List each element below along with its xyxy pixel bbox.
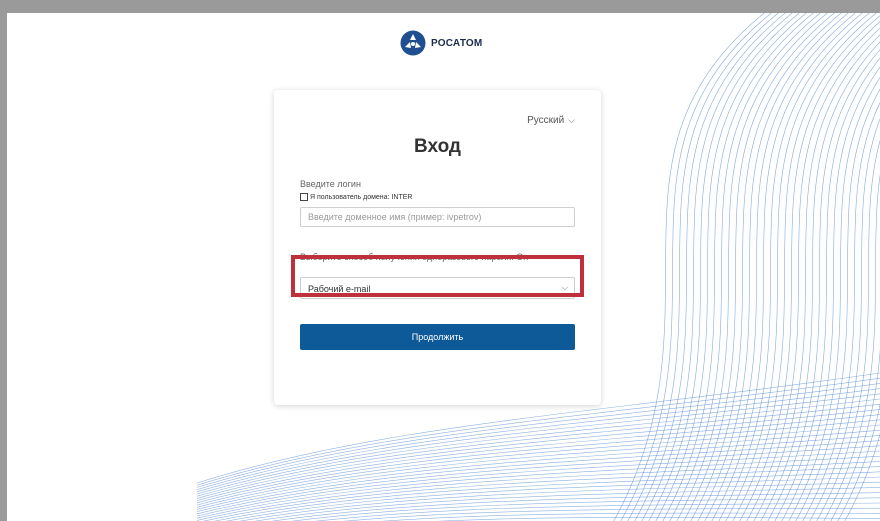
continue-button-label: Продолжить bbox=[411, 332, 464, 342]
brand-name: РОСАТОМ bbox=[431, 37, 483, 49]
login-input[interactable]: Введите доменное имя (пример: ivpetrov) bbox=[300, 207, 575, 227]
rosatom-atom-icon bbox=[400, 30, 426, 56]
domain-checkbox-label: Я пользователь домена: INTER bbox=[310, 193, 413, 201]
domain-checkbox-row[interactable]: Я пользователь домена: INTER bbox=[300, 193, 412, 201]
language-label: Русский bbox=[527, 115, 565, 126]
continue-button[interactable]: Продолжить bbox=[300, 324, 575, 350]
login-card: Русский ⌵ Вход Введите логин Я пользоват… bbox=[274, 90, 601, 405]
login-label: Введите логин bbox=[300, 179, 361, 189]
chevron-down-icon: ⌵ bbox=[568, 115, 575, 125]
brand-logo: РОСАТОМ bbox=[400, 29, 482, 57]
domain-checkbox[interactable] bbox=[300, 193, 308, 201]
page-title: Вход bbox=[414, 136, 461, 157]
highlight-box bbox=[291, 255, 584, 297]
language-selector[interactable]: Русский ⌵ bbox=[527, 115, 575, 126]
